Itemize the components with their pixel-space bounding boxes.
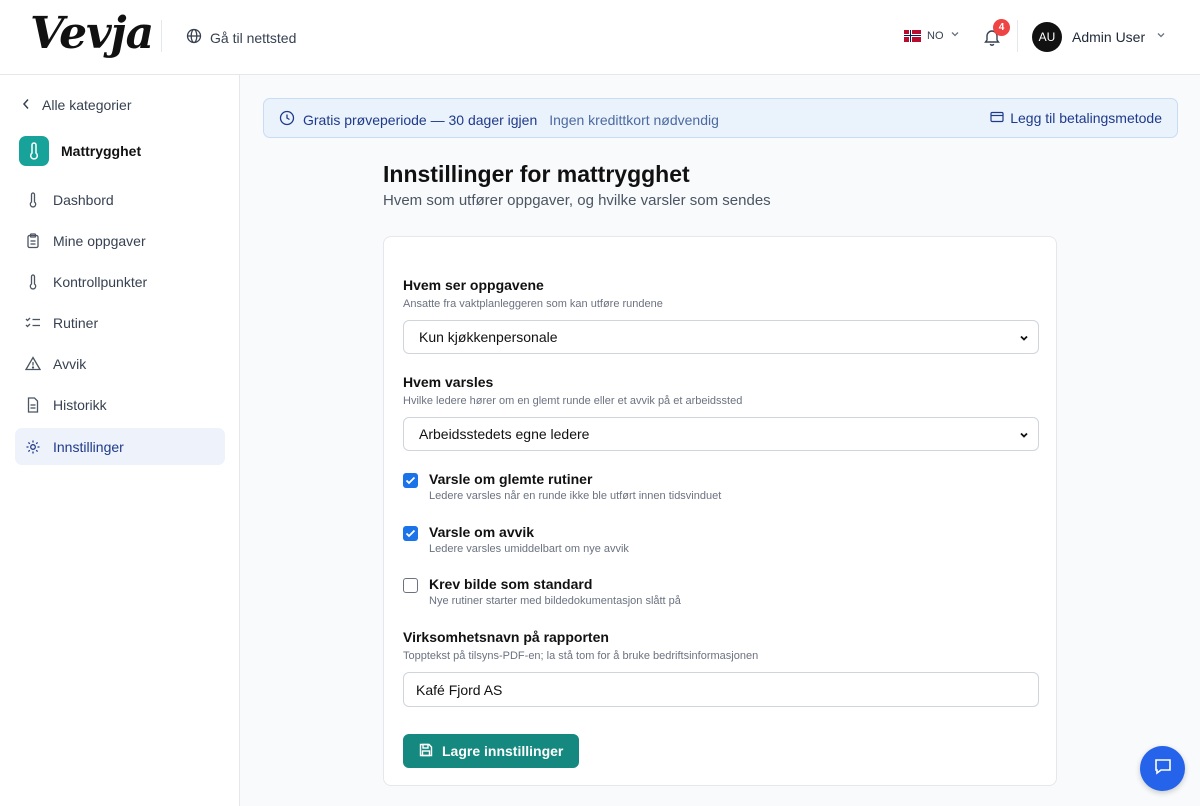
checkbox-checked[interactable] xyxy=(403,473,418,488)
trial-title: Gratis prøveperiode — 30 dager igjen xyxy=(303,111,538,128)
checkbox-checked[interactable] xyxy=(403,526,418,541)
goto-site-link[interactable]: Gå til nettsted xyxy=(186,28,296,47)
chevron-down-icon xyxy=(1155,28,1167,46)
who-notified-label: Hvem varsles xyxy=(403,374,494,390)
sidebar-item-rutiner[interactable]: Rutiner xyxy=(15,304,225,341)
sidebar: Alle kategorier Mattrygghet Dashbord Min… xyxy=(0,75,240,806)
notify-deviations-checkbox[interactable]: Varsle om avvik Ledere varsles umiddelba… xyxy=(403,524,629,555)
user-menu[interactable]: AU Admin User xyxy=(1032,22,1167,52)
who-notified-select[interactable]: Arbeidsstedets egne ledere xyxy=(403,417,1039,451)
thermometer-icon xyxy=(25,191,41,208)
save-icon xyxy=(419,743,433,760)
thermometer-icon xyxy=(19,136,49,166)
header-divider xyxy=(1017,20,1018,52)
who-sees-help: Ansatte fra vaktplanleggeren som kan utf… xyxy=(403,298,663,310)
category-header: Mattrygghet xyxy=(19,136,141,166)
chevron-down-icon xyxy=(1018,331,1030,347)
chevron-down-icon xyxy=(950,29,960,42)
company-name-help: Topptekst på tilsyns-PDF-en; la stå tom … xyxy=(403,650,759,662)
checkbox-description: Ledere varsles når en runde ikke ble utf… xyxy=(429,490,722,502)
sidebar-item-label: Rutiner xyxy=(53,314,99,331)
who-notified-help: Hvilke ledere hører om en glemt runde el… xyxy=(403,395,743,407)
sidebar-item-label: Avvik xyxy=(53,355,87,372)
checkbox-title: Krev bilde som standard xyxy=(429,576,593,592)
header-divider xyxy=(161,20,162,52)
warning-icon xyxy=(25,356,41,372)
page-title: Innstillinger for mattrygghet xyxy=(383,161,690,187)
add-payment-label: Legg til betalingsmetode xyxy=(1010,110,1162,126)
chevron-down-icon xyxy=(1018,428,1030,444)
sidebar-item-mine-oppgaver[interactable]: Mine oppgaver xyxy=(15,222,225,259)
trial-subtitle: Ingen kredittkort nødvendig xyxy=(549,111,719,128)
checkbox-description: Ledere varsles umiddelbart om nye avvik xyxy=(429,543,629,555)
language-label: NO xyxy=(927,29,944,42)
chat-icon xyxy=(1153,756,1173,781)
chevron-left-icon xyxy=(22,97,30,113)
sidebar-item-kontrollpunkter[interactable]: Kontrollpunkter xyxy=(15,263,225,300)
norway-flag-icon xyxy=(904,29,921,42)
language-selector[interactable]: NO xyxy=(904,29,960,42)
checkbox-text: Varsle om glemte rutiner Ledere varsles … xyxy=(429,471,721,502)
require-photo-checkbox[interactable]: Krev bilde som standard Nye rutiner star… xyxy=(403,576,681,607)
save-settings-button[interactable]: Lagre innstillinger xyxy=(403,734,580,768)
sidebar-item-label: Mine oppgaver xyxy=(53,232,146,249)
sidebar-item-avvik[interactable]: Avvik xyxy=(15,345,225,382)
company-name-input[interactable] xyxy=(403,672,1039,707)
back-to-categories-link[interactable]: Alle kategorier xyxy=(22,97,132,113)
checkbox-text: Varsle om avvik Ledere varsles umiddelba… xyxy=(429,524,629,555)
add-payment-method-link[interactable]: Legg til betalingsmetode xyxy=(990,110,1162,126)
sidebar-item-dashbord[interactable]: Dashbord xyxy=(15,181,225,218)
avatar: AU xyxy=(1032,22,1062,52)
who-sees-label: Hvem ser oppgavene xyxy=(403,277,544,293)
sidebar-item-label: Historikk xyxy=(53,396,107,413)
sidebar-item-innstillinger[interactable]: Innstillinger xyxy=(15,428,225,465)
who-sees-select[interactable]: Kun kjøkkenpersonale xyxy=(403,320,1039,354)
checkbox-description: Nye rutiner starter med bildedokumentasj… xyxy=(429,595,681,607)
who-sees-value: Kun kjøkkenpersonale xyxy=(419,329,558,345)
checkbox-title: Varsle om glemte rutiner xyxy=(429,471,593,487)
clipboard-icon xyxy=(25,232,41,249)
trial-banner: Gratis prøveperiode — 30 dager igjen Ing… xyxy=(263,98,1178,138)
notification-count-badge: 4 xyxy=(993,19,1010,36)
user-name: Admin User xyxy=(1072,29,1146,45)
trial-info: Gratis prøveperiode — 30 dager igjen Ing… xyxy=(279,110,719,129)
sidebar-item-label: Innstillinger xyxy=(53,438,124,455)
goto-site-label: Gå til nettsted xyxy=(210,29,297,46)
company-name-label: Virksomhetsnavn på rapporten xyxy=(403,629,609,645)
sidebar-item-label: Kontrollpunkter xyxy=(53,273,148,290)
gear-icon xyxy=(25,439,41,455)
checkbox-text: Krev bilde som standard Nye rutiner star… xyxy=(429,576,681,607)
top-header: Vevja Gå til nettsted NO 4 AU Admin User xyxy=(0,0,1200,75)
globe-icon xyxy=(186,28,202,47)
who-notified-value: Arbeidsstedets egne ledere xyxy=(419,426,590,442)
document-icon xyxy=(25,396,41,413)
page-subtitle: Hvem som utfører oppgaver, og hvilke var… xyxy=(383,192,771,209)
checklist-icon xyxy=(25,315,41,331)
clock-icon xyxy=(279,110,295,129)
sidebar-item-label: Dashbord xyxy=(53,191,114,208)
chat-button[interactable] xyxy=(1140,746,1185,791)
back-label: Alle kategorier xyxy=(42,97,132,113)
logo[interactable]: Vevja xyxy=(30,8,154,59)
checkbox-title: Varsle om avvik xyxy=(429,524,535,540)
notify-missed-routines-checkbox[interactable]: Varsle om glemte rutiner Ledere varsles … xyxy=(403,471,721,502)
checkbox-unchecked[interactable] xyxy=(403,578,418,593)
save-button-label: Lagre innstillinger xyxy=(442,743,564,759)
settings-card: Hvem ser oppgavene Ansatte fra vaktplanl… xyxy=(383,236,1057,786)
thermometer-icon xyxy=(25,273,41,290)
credit-card-icon xyxy=(990,110,1004,126)
sidebar-item-historikk[interactable]: Historikk xyxy=(15,386,225,423)
category-name: Mattrygghet xyxy=(61,143,142,159)
